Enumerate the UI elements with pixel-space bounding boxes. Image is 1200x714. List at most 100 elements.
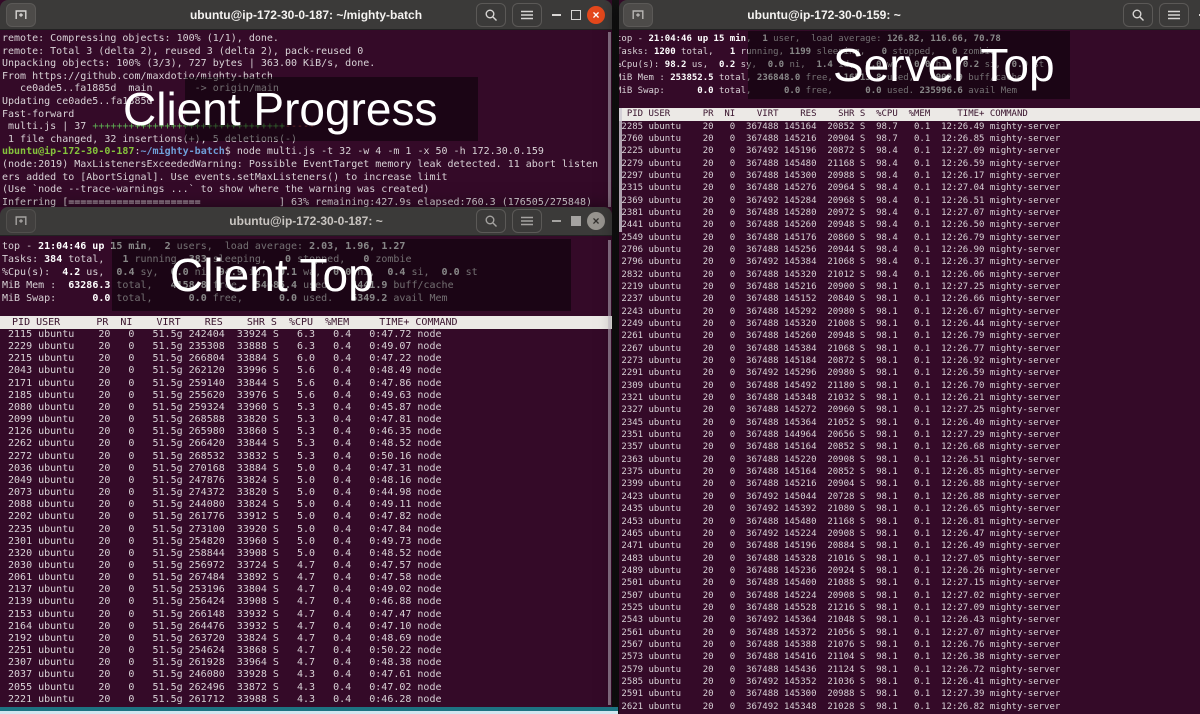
process-row: 2561 ubuntu 20 0 367488 145372 21056 S 9…: [619, 627, 1200, 639]
process-row: 2237 ubuntu 20 0 367488 145152 20840 S 9…: [619, 293, 1200, 305]
new-tab-icon: [13, 213, 29, 229]
search-icon: [484, 8, 498, 22]
process-row: 2579 ubuntu 20 0 367488 145436 21124 S 9…: [619, 664, 1200, 676]
process-row: 2543 ubuntu 20 0 367492 145364 21048 S 9…: [619, 614, 1200, 626]
process-row: 2043 ubuntu 20 0 51.5g 262120 33996 S 5.…: [0, 365, 612, 377]
process-row: 2309 ubuntu 20 0 367488 145492 21180 S 9…: [619, 380, 1200, 392]
titlebar-client-top[interactable]: ubuntu@ip-172-30-0-187: ~ ×: [0, 207, 612, 236]
process-row: 2192 ubuntu 20 0 51.5g 263720 33824 S 4.…: [0, 633, 612, 645]
minimize-button[interactable]: [546, 3, 566, 27]
process-row: 2139 ubuntu 20 0 51.5g 256424 33908 S 4.…: [0, 596, 612, 608]
search-button[interactable]: [476, 3, 506, 27]
process-row: 2471 ubuntu 20 0 367488 145196 20884 S 9…: [619, 540, 1200, 552]
search-button[interactable]: [1123, 3, 1153, 27]
process-row: 2483 ubuntu 20 0 367488 145328 21016 S 9…: [619, 553, 1200, 565]
process-table: 2285 ubuntu 20 0 367488 145164 20852 S 9…: [619, 121, 1200, 714]
process-row: 2225 ubuntu 20 0 367492 145196 20872 S 9…: [619, 145, 1200, 157]
new-tab-icon: [13, 7, 29, 23]
new-tab-button[interactable]: [623, 3, 653, 27]
process-row: 2307 ubuntu 20 0 51.5g 261928 33964 S 4.…: [0, 657, 612, 669]
new-tab-button[interactable]: [6, 3, 36, 27]
process-row: 2423 ubuntu 20 0 367492 145044 20728 S 9…: [619, 491, 1200, 503]
process-row: 2137 ubuntu 20 0 51.5g 253196 33804 S 4.…: [0, 584, 612, 596]
process-row: 2164 ubuntu 20 0 51.5g 264476 33932 S 4.…: [0, 621, 612, 633]
process-row: 2832 ubuntu 20 0 367488 145320 21012 S 9…: [619, 269, 1200, 281]
titlebar-server-top[interactable]: ubuntu@ip-172-30-0-159: ~ ×: [619, 0, 1200, 30]
process-row: 2465 ubuntu 20 0 367492 145224 20908 S 9…: [619, 528, 1200, 540]
close-icon: ×: [587, 212, 605, 230]
process-row: 2621 ubuntu 20 0 367492 145348 21028 S 9…: [619, 701, 1200, 713]
process-table-header: PID USER PR NI VIRT RES SHR S %CPU %MEM …: [0, 316, 612, 329]
new-tab-icon: [630, 7, 646, 23]
overlay-label-server-top: Server Top: [833, 31, 1055, 99]
maximize-button[interactable]: [566, 3, 586, 27]
new-tab-button[interactable]: [6, 209, 36, 233]
menu-button[interactable]: [512, 209, 542, 233]
process-row: 2115 ubuntu 20 0 51.5g 242404 33924 S 6.…: [0, 329, 612, 341]
search-icon: [1131, 8, 1145, 22]
close-button[interactable]: ×: [586, 209, 606, 233]
process-row: 2229 ubuntu 20 0 51.5g 235308 33888 S 6.…: [0, 341, 612, 353]
process-table-header: PID USER PR NI VIRT RES SHR S %CPU %MEM …: [619, 108, 1200, 121]
window-controls: ×: [476, 209, 612, 233]
titlebar-client-progress[interactable]: ubuntu@ip-172-30-0-187: ~/mighty-batch ×: [0, 0, 612, 30]
process-row: 2525 ubuntu 20 0 367488 145528 21216 S 9…: [619, 602, 1200, 614]
process-row: 2261 ubuntu 20 0 367488 145260 20948 S 9…: [619, 330, 1200, 342]
process-row: 2099 ubuntu 20 0 51.5g 268588 33820 S 5.…: [0, 414, 612, 426]
process-row: 2363 ubuntu 20 0 367488 145220 20908 S 9…: [619, 454, 1200, 466]
process-row: 2507 ubuntu 20 0 367488 145224 20908 S 9…: [619, 590, 1200, 602]
minimize-button[interactable]: [546, 209, 566, 233]
process-row: 2251 ubuntu 20 0 51.5g 254624 33868 S 4.…: [0, 645, 612, 657]
process-row: 2049 ubuntu 20 0 51.5g 247876 33824 S 5.…: [0, 475, 612, 487]
maximize-icon: [571, 10, 581, 20]
window-controls: ×: [1123, 3, 1200, 27]
hamburger-icon: [521, 10, 533, 20]
hamburger-icon: [1168, 10, 1180, 20]
process-row: 2235 ubuntu 20 0 51.5g 273100 33920 S 5.…: [0, 524, 612, 536]
process-row: 2272 ubuntu 20 0 51.5g 268532 33832 S 5.…: [0, 451, 612, 463]
process-row: 2573 ubuntu 20 0 367488 145416 21104 S 9…: [619, 651, 1200, 663]
process-row: 2291 ubuntu 20 0 367492 145296 20980 S 9…: [619, 367, 1200, 379]
process-row: 2351 ubuntu 20 0 367488 144964 20656 S 9…: [619, 429, 1200, 441]
process-row: 2441 ubuntu 20 0 367488 145260 20948 S 9…: [619, 219, 1200, 231]
scrollbar[interactable]: [608, 240, 611, 705]
process-row: 2219 ubuntu 20 0 367488 145216 20900 S 9…: [619, 281, 1200, 293]
process-row: 2297 ubuntu 20 0 367488 145300 20988 S 9…: [619, 170, 1200, 182]
process-row: 2080 ubuntu 20 0 51.5g 259324 33960 S 5.…: [0, 402, 612, 414]
overlay-label-client-progress: Client Progress: [123, 77, 437, 141]
process-row: 2567 ubuntu 20 0 367488 145388 21076 S 9…: [619, 639, 1200, 651]
minimize-button[interactable]: [1193, 3, 1200, 27]
process-row: 2549 ubuntu 20 0 367488 145176 20860 S 9…: [619, 232, 1200, 244]
minimize-icon: [552, 220, 561, 222]
process-row: 2315 ubuntu 20 0 367488 145276 20964 S 9…: [619, 182, 1200, 194]
terminal-window-server-top: ubuntu@ip-172-30-0-159: ~ ×: [619, 0, 1200, 714]
process-row: 2320 ubuntu 20 0 51.5g 258844 33908 S 5.…: [0, 548, 612, 560]
minimize-icon: [552, 14, 561, 16]
process-row: 2375 ubuntu 20 0 367488 145164 20852 S 9…: [619, 466, 1200, 478]
process-row: 2055 ubuntu 20 0 51.5g 262496 33872 S 4.…: [0, 682, 612, 694]
terminal-output-server-top: top - 21:04:46 up 15 min, 1 user, load a…: [619, 30, 1200, 713]
process-row: 2221 ubuntu 20 0 51.5g 261712 33988 S 4.…: [0, 694, 612, 706]
process-row: 2126 ubuntu 20 0 51.5g 265980 33860 S 5.…: [0, 426, 612, 438]
maximize-icon: [571, 216, 581, 226]
close-button[interactable]: ×: [586, 3, 606, 27]
scrollbar-thumb[interactable]: [619, 108, 622, 232]
process-row: 2381 ubuntu 20 0 367488 145280 20972 S 9…: [619, 207, 1200, 219]
process-row: 2030 ubuntu 20 0 51.5g 256972 33724 S 4.…: [0, 560, 612, 572]
process-row: 2243 ubuntu 20 0 367488 145292 20980 S 9…: [619, 306, 1200, 318]
search-button[interactable]: [476, 209, 506, 233]
process-row: 2399 ubuntu 20 0 367488 145216 20904 S 9…: [619, 478, 1200, 490]
process-row: 2501 ubuntu 20 0 367488 145400 21088 S 9…: [619, 577, 1200, 589]
process-row: 2202 ubuntu 20 0 51.5g 261776 33912 S 5.…: [0, 511, 612, 523]
process-row: 2088 ubuntu 20 0 51.5g 244080 33824 S 5.…: [0, 499, 612, 511]
process-row: 2796 ubuntu 20 0 367492 145384 21068 S 9…: [619, 256, 1200, 268]
menu-button[interactable]: [512, 3, 542, 27]
menu-button[interactable]: [1159, 3, 1189, 27]
scrollbar[interactable]: [608, 32, 611, 207]
process-row: 2036 ubuntu 20 0 51.5g 270168 33884 S 5.…: [0, 463, 612, 475]
process-row: 2345 ubuntu 20 0 367488 145364 21052 S 9…: [619, 417, 1200, 429]
search-icon: [484, 214, 498, 228]
window-title: ubuntu@ip-172-30-0-159: ~: [619, 8, 1200, 22]
maximize-button[interactable]: [566, 209, 586, 233]
process-row: 2185 ubuntu 20 0 51.5g 255620 33976 S 5.…: [0, 390, 612, 402]
